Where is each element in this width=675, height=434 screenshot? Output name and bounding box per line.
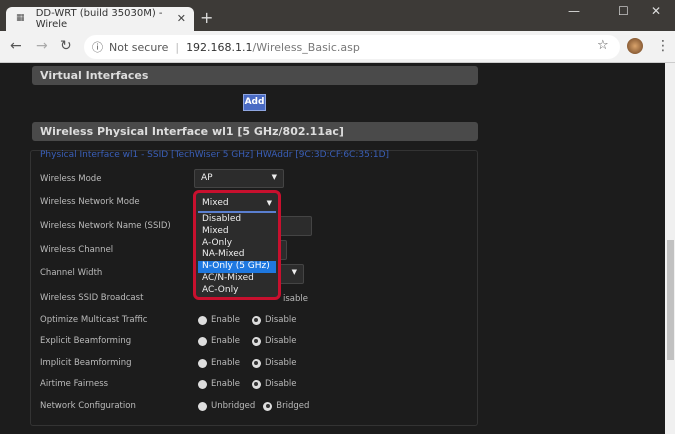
url-host: 192.168.1.1 — [186, 40, 253, 54]
ssid-broadcast-radios[interactable]: isable — [283, 294, 308, 304]
menu-icon[interactable]: ⋮ — [656, 38, 670, 54]
setting-label: Implicit Beamforming — [40, 358, 132, 368]
setting-label: Optimize Multicast Traffic — [40, 315, 148, 325]
new-tab-icon[interactable]: + — [200, 8, 213, 27]
chevron-down-icon: ▼ — [266, 199, 272, 207]
not-secure-label: Not secure — [109, 40, 169, 54]
radio-label: Bridged — [276, 401, 310, 411]
channel-label: Wireless Channel — [40, 245, 114, 255]
dropdown-option[interactable]: NA-Mixed — [198, 249, 276, 261]
minimize-icon[interactable]: — — [568, 4, 580, 18]
ssid-label: Wireless Network Name (SSID) — [40, 221, 171, 231]
dropdown-option[interactable]: AC-Only — [198, 285, 276, 297]
scrollbar-thumb[interactable] — [667, 240, 674, 360]
reload-icon[interactable]: ↻ — [60, 38, 72, 54]
browser-tab[interactable]: ▦ DD-WRT (build 35030M) - Wirele ✕ — [6, 7, 194, 31]
dropdown-option[interactable]: A-Only — [198, 238, 276, 250]
ssid-broadcast-disable-label: isable — [283, 294, 308, 304]
address-bar-row: ← → ↻ ⓘ Not secure | 192.168.1.1/Wireles… — [0, 31, 675, 63]
network-mode-options: Disabled Mixed A-Only NA-Mixed N-Only (5 GHz… — [198, 214, 276, 297]
radio-option-b[interactable] — [251, 379, 261, 389]
network-mode-select[interactable]: Mixed ▼ — [198, 195, 276, 213]
dropdown-option[interactable]: Mixed — [198, 226, 276, 238]
maximize-icon[interactable]: ☐ — [618, 4, 629, 18]
chevron-down-icon: ▼ — [271, 173, 277, 181]
setting-radio-group: Enable Disable — [198, 315, 296, 325]
setting-label: Network Configuration — [40, 401, 136, 411]
tab-bar: ▦ DD-WRT (build 35030M) - Wirele ✕ + — ☐… — [0, 0, 675, 31]
radio-option-a[interactable] — [198, 315, 207, 325]
radio-label: Enable — [211, 336, 240, 346]
radio-option-a[interactable] — [198, 379, 207, 389]
radio-label: Enable — [211, 315, 240, 325]
radio-label: Unbridged — [211, 401, 256, 411]
setting-label: Explicit Beamforming — [40, 336, 132, 346]
physical-interface-header: Wireless Physical Interface wl1 [5 GHz/8… — [32, 122, 478, 141]
wireless-mode-select[interactable]: AP ▼ — [194, 169, 284, 188]
setting-radio-group: Enable Disable — [198, 358, 296, 368]
network-mode-label: Wireless Network Mode — [40, 197, 140, 207]
radio-label: Enable — [211, 379, 240, 389]
setting-radio-group: Enable Disable — [198, 336, 296, 346]
radio-option-b[interactable] — [251, 358, 261, 368]
channel-width-label: Channel Width — [40, 268, 103, 278]
router-favicon-icon: ▦ — [16, 13, 25, 23]
dropdown-option[interactable]: Disabled — [198, 214, 276, 226]
back-icon[interactable]: ← — [10, 38, 22, 54]
dropdown-option[interactable]: AC/N-Mixed — [198, 273, 276, 285]
radio-option-a[interactable] — [198, 358, 207, 368]
close-tab-icon[interactable]: ✕ — [177, 12, 186, 25]
virtual-interfaces-header: Virtual Interfaces — [32, 66, 478, 85]
radio-label: Enable — [211, 358, 240, 368]
dropdown-option[interactable]: N-Only (5 GHz) — [198, 261, 276, 273]
add-button[interactable]: Add — [243, 94, 266, 111]
info-icon[interactable]: ⓘ — [92, 39, 103, 55]
setting-label: Airtime Fairness — [40, 379, 109, 389]
radio-option-b[interactable] — [263, 401, 273, 411]
network-mode-value: Mixed — [202, 198, 229, 208]
radio-label: Disable — [264, 336, 297, 346]
url-input[interactable]: ⓘ Not secure | 192.168.1.1/Wireless_Basi… — [84, 35, 620, 59]
setting-radio-group: Unbridged Bridged — [198, 401, 309, 411]
panel-subtitle: Physical Interface wl1 - SSID [TechWiser… — [40, 150, 390, 160]
radio-label: Disable — [264, 315, 297, 325]
radio-option-b[interactable] — [251, 315, 261, 325]
radio-option-a[interactable] — [198, 401, 207, 411]
wireless-mode-label: Wireless Mode — [40, 174, 102, 184]
url-path: /Wireless_Basic.asp — [252, 40, 360, 54]
setting-radio-group: Enable Disable — [198, 379, 296, 389]
radio-label: Disable — [264, 379, 297, 389]
tab-title: DD-WRT (build 35030M) - Wirele — [35, 8, 163, 30]
ssid-broadcast-label: Wireless SSID Broadcast — [40, 293, 144, 303]
radio-option-b[interactable] — [251, 336, 261, 346]
chevron-down-icon: ▼ — [291, 268, 297, 276]
close-window-icon[interactable]: ✕ — [651, 4, 661, 18]
avatar[interactable] — [627, 38, 643, 54]
radio-label: Disable — [264, 358, 297, 368]
network-mode-dropdown[interactable]: Mixed ▼ Disabled Mixed A-Only NA-Mixed N-Only… — [193, 190, 281, 300]
forward-icon[interactable]: → — [36, 38, 48, 54]
bookmark-star-icon[interactable]: ☆ — [597, 38, 609, 53]
wireless-mode-value: AP — [201, 173, 213, 183]
radio-option-a[interactable] — [198, 336, 207, 346]
